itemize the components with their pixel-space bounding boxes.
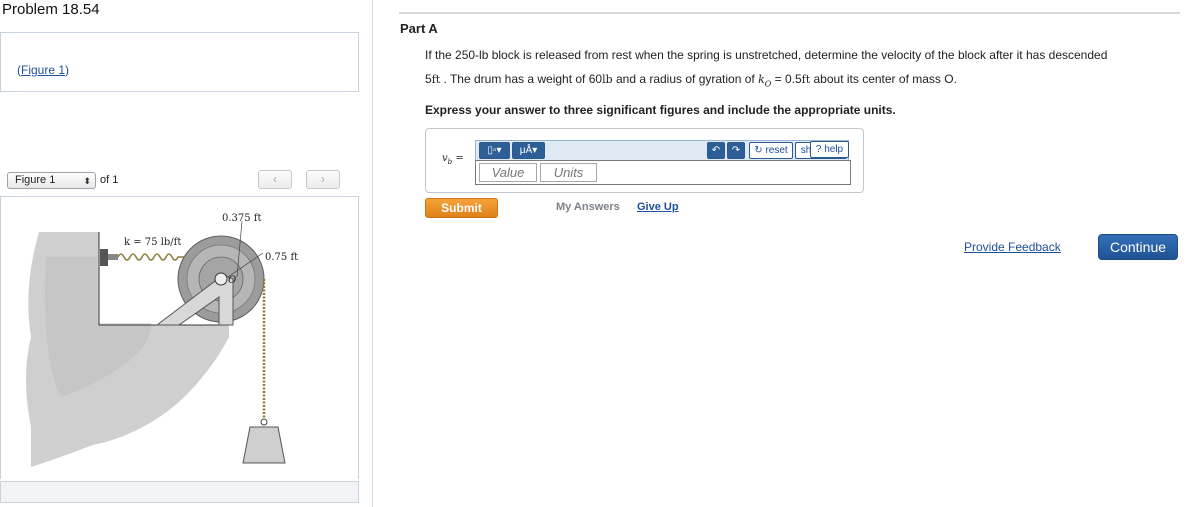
figure-footer — [0, 481, 359, 503]
figure-link-box: (Figure 1) — [0, 32, 359, 92]
my-answers-label: My Answers — [556, 201, 620, 213]
equation-toolbar: ▯▫▾ μÅ▾ ↶ ↷ ↻ reset shortcuts — [475, 140, 849, 160]
units-input[interactable]: Units — [540, 163, 597, 182]
answer-input-row: Value Units — [475, 160, 851, 185]
undo-icon: ↶ — [711, 145, 721, 156]
part-title: Part A — [400, 21, 438, 36]
give-up-link[interactable]: Give Up — [637, 201, 679, 213]
question-text-line-2: 5ft . The drum has a weight of 60lb and … — [425, 72, 957, 89]
answer-box: vb = ▯▫▾ μÅ▾ ↶ ↷ ↻ reset shortcuts ? hel… — [425, 128, 864, 193]
submit-button[interactable]: Submit — [425, 198, 498, 218]
problem-title: Problem 18.54 — [2, 1, 100, 18]
select-arrows-icon: ⬍ — [83, 176, 91, 186]
figure-panel: 0.375 ft k = 75 lb/ft 0.75 ft O — [0, 196, 359, 479]
figure-link[interactable]: (Figure 1) — [17, 63, 69, 77]
undo-button[interactable]: ↶ — [707, 142, 725, 159]
previous-figure-button[interactable]: ‹ — [258, 170, 292, 189]
chevron-right-icon: › — [321, 172, 325, 186]
problem-figure: 0.375 ft k = 75 lb/ft 0.75 ft O — [26, 213, 298, 467]
provide-feedback-link[interactable]: Provide Feedback — [964, 240, 1061, 254]
label-inner-radius: 0.375 ft — [222, 213, 262, 224]
continue-button[interactable]: Continue — [1098, 234, 1178, 260]
figure-select-value: Figure 1 — [15, 174, 56, 186]
label-spring-constant: k = 75 lb/ft — [124, 237, 181, 248]
spring-anchor — [100, 249, 108, 266]
templates-button[interactable]: ▯▫▾ — [479, 142, 510, 159]
label-outer-radius: 0.75 ft — [265, 252, 298, 263]
figure-toolbar: Figure 1 ⬍ of 1 ‹ › — [0, 164, 359, 196]
help-button[interactable]: ? help — [810, 141, 849, 158]
chevron-left-icon: ‹ — [273, 172, 277, 186]
hanging-block — [242, 426, 286, 464]
symbols-button[interactable]: μÅ▾ — [512, 142, 545, 159]
next-figure-button[interactable]: › — [306, 170, 340, 189]
question-text-line-1: If the 250-lb block is released from res… — [425, 48, 1108, 62]
column-divider — [372, 0, 373, 507]
answer-variable-label: vb = — [442, 153, 464, 166]
figure-select[interactable]: Figure 1 ⬍ — [7, 172, 96, 189]
header-rule — [399, 12, 1180, 14]
figure-count: of 1 — [100, 174, 119, 186]
redo-icon: ↷ — [731, 145, 741, 156]
figure-link-label[interactable]: Figure 1 — [21, 63, 65, 77]
label-center: O — [228, 275, 236, 286]
reset-button[interactable]: ↻ reset — [749, 142, 793, 159]
value-input[interactable]: Value — [479, 163, 537, 182]
instructions: Express your answer to three significant… — [425, 103, 896, 117]
redo-button[interactable]: ↷ — [727, 142, 745, 159]
